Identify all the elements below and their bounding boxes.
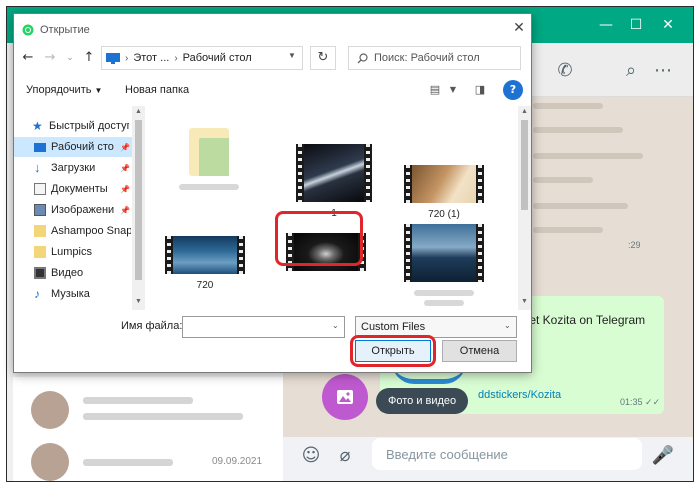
pin-icon: 📌: [120, 163, 130, 173]
attach-photo-button[interactable]: [322, 374, 368, 420]
file-item-video[interactable]: 720: [160, 236, 250, 291]
message-input[interactable]: [372, 438, 642, 470]
view-options-icon[interactable]: ▤: [426, 81, 444, 99]
search-icon: [357, 52, 368, 63]
avatar[interactable]: [31, 391, 69, 429]
breadcrumb-item[interactable]: Рабочий стол: [183, 52, 252, 64]
up-arrow-icon[interactable]: ↑: [80, 49, 98, 67]
video-thumbnail: [165, 236, 245, 274]
avatar[interactable]: [31, 443, 69, 481]
maximize-button[interactable]: ☐: [627, 16, 645, 34]
search-placeholder: Поиск: Рабочий стол: [374, 52, 480, 64]
nav-item-ashampoo[interactable]: Ashampoo Snap: [14, 221, 132, 241]
nav-scrollbar[interactable]: ▲ ▼: [132, 106, 145, 310]
help-icon[interactable]: ?: [503, 80, 523, 100]
preview-pane-icon[interactable]: ◨: [471, 81, 489, 99]
message-time: 01:35 ✓✓: [620, 397, 661, 407]
scrollbar-thumb[interactable]: [521, 120, 528, 210]
video-thumbnail: [404, 165, 484, 203]
folder-icon: [34, 225, 46, 237]
organize-button[interactable]: Упорядочить ▼: [26, 84, 102, 96]
file-item-folder[interactable]: [164, 128, 254, 190]
back-arrow-icon[interactable]: ←: [19, 49, 37, 67]
whatsapp-icon: [22, 24, 34, 36]
chevron-down-icon[interactable]: ⌄: [332, 321, 339, 330]
content-scrollbar[interactable]: ▲ ▼: [518, 106, 531, 310]
chevron-down-icon[interactable]: ▼: [288, 51, 296, 60]
scrollbar-thumb[interactable]: [135, 120, 142, 280]
photo-video-tooltip: Фото и видео: [376, 388, 469, 414]
breadcrumb-separator: ›: [174, 52, 178, 64]
new-folder-button[interactable]: Новая папка: [125, 84, 189, 96]
video-icon: [34, 267, 46, 279]
pictures-icon: [34, 204, 46, 216]
pin-icon: 📌: [120, 205, 130, 215]
nav-item-downloads[interactable]: ↓ Загрузки 📌: [14, 158, 132, 178]
search-icon[interactable]: ⌕: [619, 59, 643, 83]
file-item-video[interactable]: [399, 224, 489, 306]
file-item-video[interactable]: 720 (1): [399, 165, 489, 220]
music-icon: ♪: [34, 287, 40, 301]
folder-icon: [34, 246, 46, 258]
open-file-dialog: Открытие ✕ ← → ⌄ ↑ › Этот ... › Рабочий …: [13, 13, 532, 373]
desktop-icon: [106, 53, 120, 64]
highlight-selected-video: [275, 211, 363, 266]
close-icon[interactable]: ✕: [511, 20, 527, 36]
dialog-title: Открытие: [40, 24, 90, 36]
minimize-button[interactable]: —: [597, 16, 615, 34]
file-name: 720 (1): [428, 209, 460, 220]
close-window-button[interactable]: ✕: [659, 16, 677, 34]
video-thumbnail: [296, 144, 372, 202]
image-icon: [337, 390, 353, 404]
attach-icon[interactable]: ⌀: [332, 443, 358, 469]
more-icon[interactable]: ⋯: [651, 59, 675, 83]
breadcrumb-item[interactable]: Этот ...: [133, 52, 169, 64]
refresh-button[interactable]: ↻: [310, 46, 336, 70]
dialog-titlebar: Открытие: [22, 22, 90, 38]
chevron-down-icon[interactable]: ⌄: [504, 321, 511, 330]
file-list: 1 720 (1) 720: [146, 106, 531, 312]
nav-item-quick-access[interactable]: ★ Быстрый доступ: [14, 116, 132, 136]
filename-label: Имя файла:: [121, 320, 183, 332]
message-text: r set Kozita on Telegram: [516, 313, 646, 327]
documents-icon: [34, 183, 46, 195]
chat-date: 09.09.2021: [212, 456, 263, 467]
microphone-icon[interactable]: 🎤: [650, 443, 676, 469]
cancel-button[interactable]: Отмена: [442, 340, 517, 362]
emoji-icon[interactable]: ☺: [298, 443, 324, 469]
file-item-video[interactable]: 1: [289, 144, 379, 219]
download-icon: ↓: [34, 160, 41, 175]
message-time: :29: [628, 240, 641, 250]
navigation-pane: ★ Быстрый доступ Рабочий сто 📌 ↓ Загрузк…: [14, 106, 146, 312]
nav-item-documents[interactable]: Документы 📌: [14, 179, 132, 199]
desktop-icon: [34, 142, 46, 152]
pin-icon: 📌: [120, 142, 130, 152]
highlight-open-button: [350, 335, 436, 367]
star-icon: ★: [32, 119, 43, 133]
filename-input[interactable]: [182, 316, 345, 338]
search-input[interactable]: Поиск: Рабочий стол: [348, 46, 521, 70]
nav-item-desktop[interactable]: Рабочий сто 📌: [14, 137, 132, 157]
phone-icon[interactable]: ✆: [553, 59, 577, 83]
nav-item-video[interactable]: Видео: [14, 263, 132, 283]
breadcrumb-separator: ›: [125, 52, 129, 64]
recent-dropdown-icon[interactable]: ⌄: [61, 49, 79, 67]
chevron-down-icon: ▼: [94, 86, 103, 95]
nav-item-lumpics[interactable]: Lumpics: [14, 242, 132, 262]
address-bar[interactable]: › Этот ... › Рабочий стол: [101, 46, 303, 70]
refresh-icon: ↻: [317, 50, 329, 65]
message-link[interactable]: ddstickers/Kozita: [478, 389, 561, 401]
video-thumbnail: [404, 224, 484, 282]
folder-icon: [189, 128, 229, 176]
nav-item-pictures[interactable]: Изображени 📌: [14, 200, 132, 220]
chevron-down-icon[interactable]: ▼: [444, 81, 462, 99]
pin-icon: 📌: [120, 184, 130, 194]
forward-arrow-icon[interactable]: →: [41, 49, 59, 67]
file-name: 720: [196, 280, 214, 291]
nav-item-music[interactable]: ♪ Музыка: [14, 284, 132, 304]
